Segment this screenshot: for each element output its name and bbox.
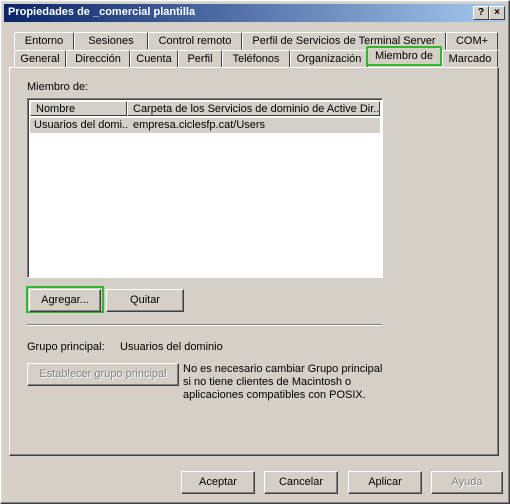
note-line: aplicaciones compatibles con POSIX. [183, 389, 366, 401]
primary-group-note: No es necesario cambiar Grupo principal … [183, 363, 383, 402]
help-button[interactable]: Ayuda [431, 471, 503, 494]
column-header-name[interactable]: Nombre [30, 101, 127, 116]
window-title: Propiedades de _comercial plantilla [8, 6, 196, 18]
primary-group-label: Grupo principal: [27, 341, 105, 353]
tab-marcado[interactable]: Marcado [442, 50, 498, 68]
tab-general[interactable]: General [14, 50, 66, 68]
separator [27, 324, 382, 326]
title-bar[interactable]: Propiedades de _comercial plantilla ? × [4, 4, 506, 22]
remove-button[interactable]: Quitar [106, 289, 184, 312]
tab-perfil[interactable]: Perfil [178, 50, 222, 68]
apply-button[interactable]: Aplicar [348, 471, 422, 494]
member-of-list[interactable]: Nombre Carpeta de los Servicios de domin… [27, 98, 383, 278]
tab-sesiones[interactable]: Sesiones [74, 32, 148, 50]
tab-cuenta[interactable]: Cuenta [130, 50, 178, 68]
member-of-label: Miembro de: [27, 81, 89, 93]
row-folder-cell: empresa.ciclesfp.cat/Users [133, 119, 266, 131]
cancel-button[interactable]: Cancelar [264, 471, 338, 494]
primary-group-value: Usuarios del dominio [120, 341, 223, 353]
tab-com-plus[interactable]: COM+ [446, 32, 498, 50]
tab-entorno[interactable]: Entorno [14, 32, 74, 50]
tab-direccion[interactable]: Dirección [66, 50, 130, 68]
column-header-folder[interactable]: Carpeta de los Servicios de dominio de A… [127, 101, 380, 116]
table-row[interactable]: Usuarios del domi... empresa.ciclesfp.ca… [30, 118, 380, 133]
add-button[interactable]: Agregar... [29, 289, 101, 312]
tab-control-remoto[interactable]: Control remoto [148, 32, 242, 50]
ok-button[interactable]: Aceptar [181, 471, 255, 494]
tab-organizacion[interactable]: Organización [290, 50, 368, 68]
set-primary-group-button[interactable]: Establecer grupo principal [27, 363, 179, 386]
tab-telefonos[interactable]: Teléfonos [222, 50, 290, 68]
note-line: No es necesario cambiar Grupo principal [183, 363, 383, 375]
close-icon[interactable]: × [489, 6, 505, 20]
row-name-cell: Usuarios del domi... [34, 119, 128, 131]
tab-miembro-de[interactable]: Miembro de [366, 46, 442, 66]
help-icon[interactable]: ? [473, 6, 489, 20]
note-line: si no tiene clientes de Macintosh o [183, 376, 352, 388]
